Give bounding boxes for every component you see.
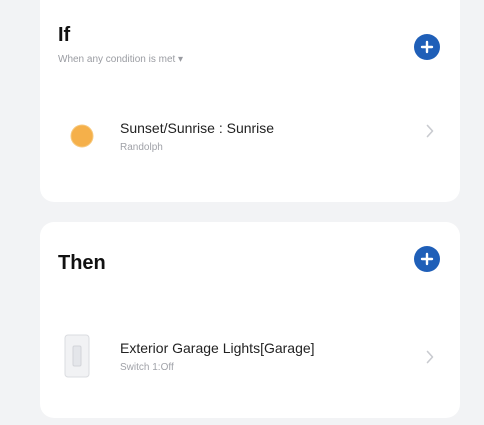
sun-icon	[70, 124, 94, 148]
then-card: Then Exterior Garage Lights[Garage] Swit…	[40, 222, 460, 418]
condition-location: Randolph	[120, 142, 163, 153]
action-state: Switch 1:Off	[120, 362, 174, 373]
chevron-right-icon	[426, 350, 434, 364]
wall-switch-icon	[64, 334, 90, 378]
add-condition-button[interactable]	[414, 34, 440, 60]
action-row[interactable]: Exterior Garage Lights[Garage] Switch 1:…	[40, 330, 460, 390]
condition-row[interactable]: Sunset/Sunrise : Sunrise Randolph	[40, 112, 460, 172]
if-card: If When any condition is met ▾ Sunset/Su…	[40, 0, 460, 202]
add-action-button[interactable]	[414, 246, 440, 272]
action-title: Exterior Garage Lights[Garage]	[120, 340, 315, 356]
if-section-title: If	[58, 24, 71, 46]
chevron-right-icon	[426, 124, 434, 138]
condition-match-dropdown[interactable]: When any condition is met ▾	[58, 54, 183, 65]
then-section-title: Then	[58, 252, 106, 274]
plus-icon	[420, 252, 434, 266]
plus-icon	[420, 40, 434, 54]
condition-title: Sunset/Sunrise : Sunrise	[120, 120, 275, 136]
